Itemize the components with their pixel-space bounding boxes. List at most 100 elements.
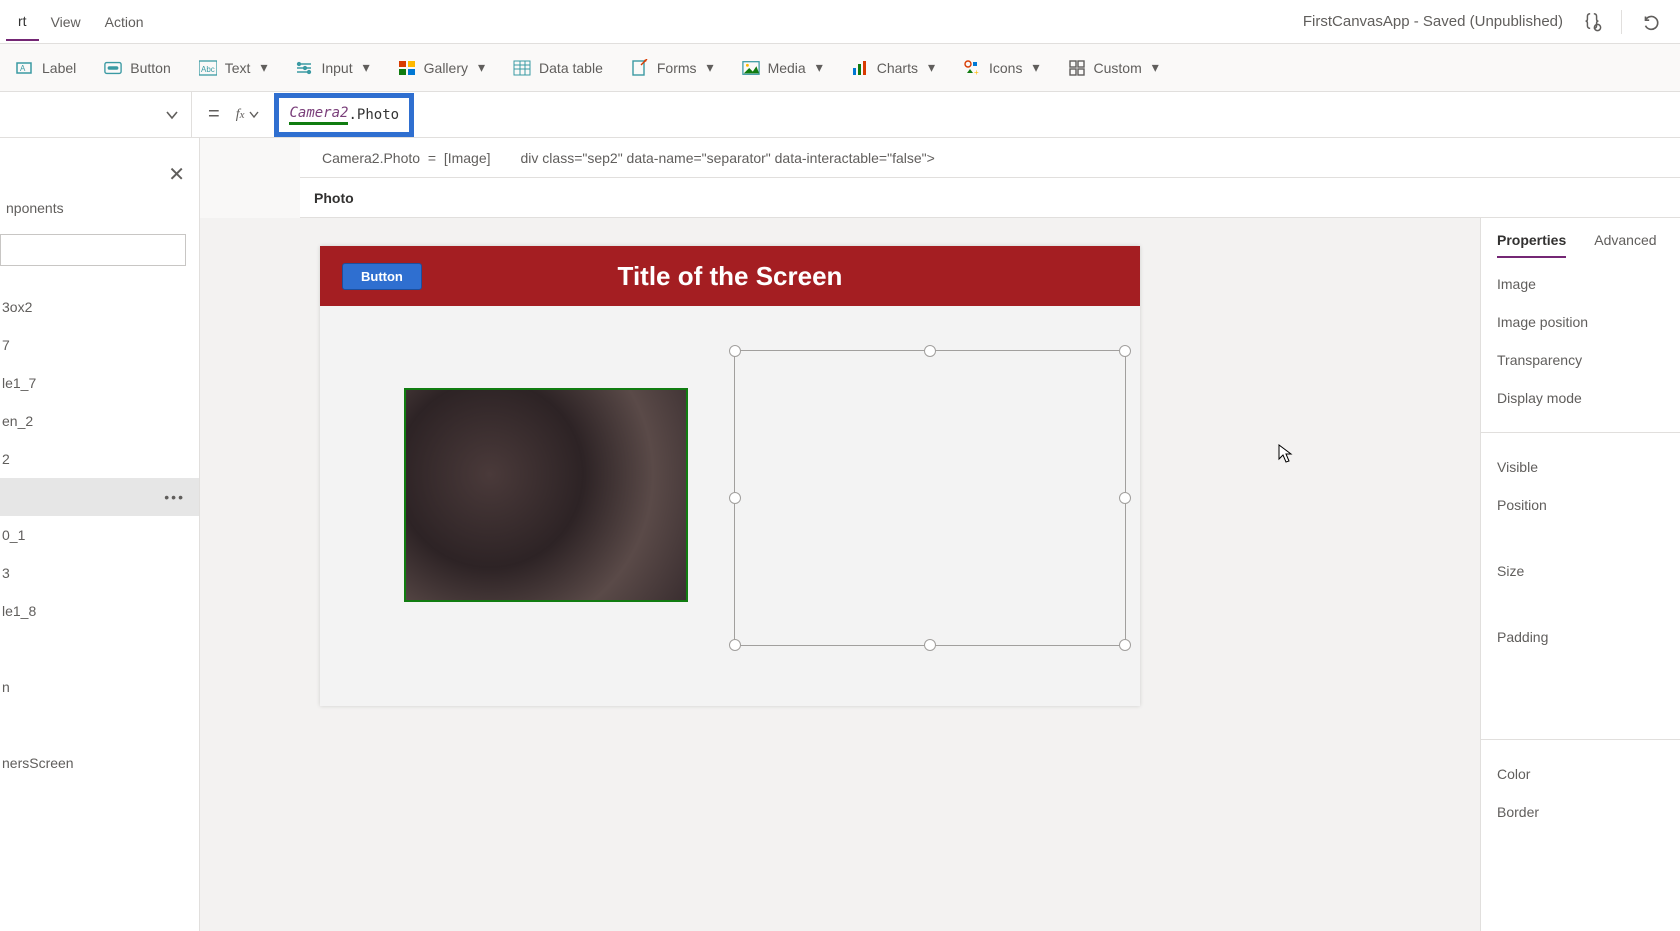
tab-advanced[interactable]: Advanced xyxy=(1594,232,1656,258)
svg-text:+: + xyxy=(974,68,979,77)
ribbon-text-text: Text xyxy=(225,60,251,76)
eval-expression: Camera2.Photo xyxy=(322,150,420,166)
menu-tab-view[interactable]: View xyxy=(39,4,93,40)
property-selector[interactable] xyxy=(0,92,192,138)
tree-item[interactable]: 3ox2 xyxy=(0,288,199,326)
canvas-screen[interactable]: Button Title of the Screen xyxy=(320,246,1140,706)
camera-control[interactable] xyxy=(404,388,688,602)
ribbon-datatable-text: Data table xyxy=(539,60,603,76)
tree-item[interactable]: n xyxy=(0,668,199,706)
cursor-icon xyxy=(1278,444,1294,464)
tree-item[interactable]: 3 xyxy=(0,554,199,592)
resize-handle[interactable] xyxy=(924,345,936,357)
chevron-down-icon: ▾ xyxy=(1032,59,1039,76)
prop-image[interactable]: Image xyxy=(1497,276,1664,292)
equals-label: = xyxy=(192,103,236,126)
screen-button[interactable]: Button xyxy=(342,263,422,290)
svg-text:A: A xyxy=(20,64,26,73)
resize-handle[interactable] xyxy=(1119,345,1131,357)
label-icon: A xyxy=(16,59,34,77)
formula-result-bar: Camera2.Photo = [Image] div class="sep2"… xyxy=(300,138,1680,178)
menu-tab-action[interactable]: Action xyxy=(93,4,156,40)
chevron-down-icon: ▾ xyxy=(260,59,267,76)
prop-color[interactable]: Color xyxy=(1497,766,1664,782)
undo-icon[interactable] xyxy=(1640,11,1662,33)
tree-item[interactable]: nersScreen xyxy=(0,744,199,782)
chevron-down-icon: ▾ xyxy=(478,59,485,76)
app-checker-icon[interactable] xyxy=(1581,11,1603,33)
tree-search-input[interactable] xyxy=(0,234,186,266)
tree-item[interactable]: 0_1 xyxy=(0,516,199,554)
tree-item-selected[interactable]: ••• xyxy=(0,478,199,516)
ribbon-gallery-text: Gallery xyxy=(424,60,468,76)
text-icon: Abc xyxy=(199,59,217,77)
eval-result: [Image] xyxy=(444,150,491,166)
ribbon-input[interactable]: Input ▾ xyxy=(295,59,369,77)
tree-item[interactable]: en_2 xyxy=(0,402,199,440)
icons-icon: + xyxy=(963,59,981,77)
ribbon-gallery[interactable]: Gallery ▾ xyxy=(398,59,485,77)
tree-item[interactable] xyxy=(0,630,199,668)
ribbon-forms[interactable]: Forms ▾ xyxy=(631,59,714,77)
ribbon-label[interactable]: A Label xyxy=(16,59,76,77)
prop-transparency[interactable]: Transparency xyxy=(1497,352,1664,368)
image-control-selected[interactable] xyxy=(734,350,1126,646)
ribbon-custom-text: Custom xyxy=(1094,60,1142,76)
tree-view-panel: ✕ nponents 3ox2 7 le1_7 en_2 2 ••• 0_1 3… xyxy=(0,138,200,931)
tree-item[interactable]: le1_8 xyxy=(0,592,199,630)
prop-position[interactable]: Position xyxy=(1497,497,1664,513)
data-table-icon xyxy=(513,59,531,77)
ribbon-charts-text: Charts xyxy=(877,60,918,76)
divider xyxy=(1481,432,1680,433)
fx-label[interactable]: fx xyxy=(236,107,269,123)
menubar: rt View Action FirstCanvasApp - Saved (U… xyxy=(0,0,1680,44)
resize-handle[interactable] xyxy=(1119,639,1131,651)
resize-handle[interactable] xyxy=(729,639,741,651)
ribbon-datatable[interactable]: Data table xyxy=(513,59,603,77)
button-icon xyxy=(104,59,122,77)
ribbon-media[interactable]: Media ▾ xyxy=(742,59,823,77)
formula-input[interactable]: Camera2.Photo xyxy=(274,93,414,137)
chevron-down-icon: ▾ xyxy=(363,59,370,76)
prop-visible[interactable]: Visible xyxy=(1497,459,1664,475)
prop-image-position[interactable]: Image position xyxy=(1497,314,1664,330)
custom-icon xyxy=(1068,59,1086,77)
formula-token-property: .Photo xyxy=(348,107,399,123)
screen-title-bar: Button Title of the Screen xyxy=(320,246,1140,306)
tree-item[interactable]: le1_7 xyxy=(0,364,199,402)
tab-properties[interactable]: Properties xyxy=(1497,232,1566,258)
resize-handle[interactable] xyxy=(729,345,741,357)
ribbon-icons-text: Icons xyxy=(989,60,1022,76)
properties-panel: Properties Advanced Image Image position… xyxy=(1480,218,1680,931)
ribbon-button[interactable]: Button xyxy=(104,59,170,77)
gallery-icon xyxy=(398,59,416,77)
divider xyxy=(1481,739,1680,740)
resize-handle[interactable] xyxy=(924,639,936,651)
ribbon-icons[interactable]: + Icons ▾ xyxy=(963,59,1040,77)
tree-item[interactable]: 2 xyxy=(0,440,199,478)
prop-size[interactable]: Size xyxy=(1497,563,1664,579)
ribbon-text[interactable]: Abc Text ▾ xyxy=(199,59,268,77)
more-icon[interactable]: ••• xyxy=(164,489,185,505)
eval-equals: = xyxy=(428,150,436,166)
tree-tab-components[interactable]: nponents xyxy=(0,200,64,216)
ribbon-charts[interactable]: Charts ▾ xyxy=(851,59,935,77)
ribbon-custom[interactable]: Custom ▾ xyxy=(1068,59,1159,77)
tree-item[interactable] xyxy=(0,706,199,744)
insert-ribbon: A Label Button Abc Text ▾ Input ▾ Galler… xyxy=(0,44,1680,92)
resize-handle[interactable] xyxy=(729,492,741,504)
canvas-area[interactable]: Button Title of the Screen xyxy=(200,218,1480,931)
prop-padding[interactable]: Padding xyxy=(1497,629,1664,645)
resize-handle[interactable] xyxy=(1119,492,1131,504)
close-icon[interactable]: ✕ xyxy=(168,162,185,187)
prop-border[interactable]: Border xyxy=(1497,804,1664,820)
tree-item[interactable]: 7 xyxy=(0,326,199,364)
menu-tab-insert[interactable]: rt xyxy=(6,3,39,41)
chevron-down-icon xyxy=(248,109,260,121)
ribbon-media-text: Media xyxy=(768,60,806,76)
separator xyxy=(1621,10,1622,34)
chevron-down-icon: ▾ xyxy=(707,59,714,76)
forms-icon xyxy=(631,59,649,77)
chevron-down-icon: ▾ xyxy=(816,59,823,76)
prop-display-mode[interactable]: Display mode xyxy=(1497,390,1664,406)
